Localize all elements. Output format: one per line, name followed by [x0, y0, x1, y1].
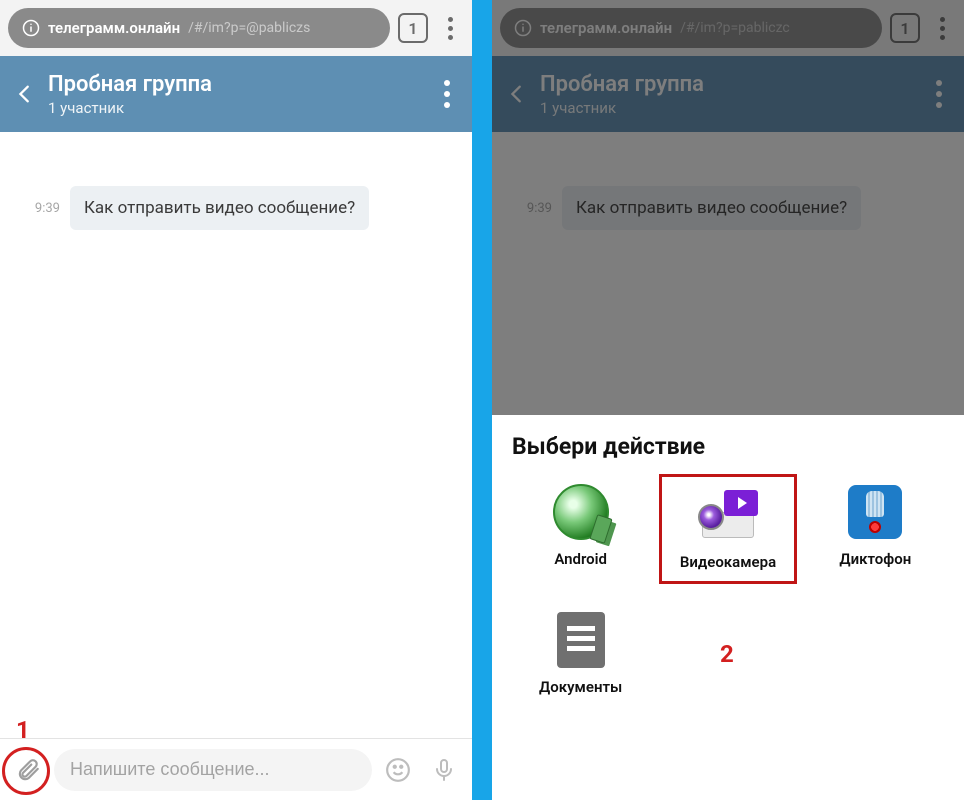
message-time: 9:39: [10, 201, 60, 216]
chat-title-block[interactable]: Пробная группа 1 участник: [48, 72, 424, 117]
attach-button[interactable]: [8, 750, 48, 790]
info-icon: [22, 19, 40, 37]
url-host: телеграмм.онлайн: [48, 19, 180, 37]
message-row: 9:39 Как отправить видео сообщение?: [10, 186, 462, 230]
browser-bar: телеграмм.онлайн /#/im?p=@pabliczs 1: [0, 0, 472, 56]
paperclip-icon: [15, 757, 41, 783]
url-bar[interactable]: телеграмм.онлайн /#/im?p=@pabliczs: [8, 8, 390, 48]
camcorder-icon: [698, 485, 758, 545]
smile-icon: [385, 757, 411, 783]
chat-subtitle: 1 участник: [48, 99, 424, 117]
sheet-item-label: Документы: [539, 678, 622, 696]
emoji-button[interactable]: [378, 750, 418, 790]
chat-title: Пробная группа: [48, 72, 424, 97]
chat-header: Пробная группа 1 участник: [0, 56, 472, 132]
dim-overlay[interactable]: [492, 0, 964, 415]
back-button[interactable]: [12, 83, 38, 105]
url-path: /#/im?p=@pabliczs: [188, 20, 310, 36]
sheet-grid: Android Видеокамера Диктофон Документы: [512, 474, 944, 706]
attachment-action-sheet: Выбери действие Android Видеокамера Дикт…: [492, 415, 964, 800]
browser-overflow-menu[interactable]: [436, 17, 464, 40]
dictaphone-icon: [845, 482, 905, 542]
sheet-item-label: Android: [554, 550, 607, 568]
left-screenshot: телеграмм.онлайн /#/im?p=@pabliczs 1 Проб…: [0, 0, 472, 800]
sheet-title: Выбери действие: [512, 433, 944, 460]
voice-record-button[interactable]: [424, 750, 464, 790]
sheet-item-label: Диктофон: [839, 550, 911, 568]
sheet-item-android[interactable]: Android: [512, 474, 649, 584]
sheet-item-documents[interactable]: Документы: [512, 602, 649, 706]
document-icon: [551, 610, 611, 670]
tab-count-button[interactable]: 1: [398, 13, 428, 43]
right-screenshot: телеграмм.онлайн/#/im?p=pabliczc 1 Пробн…: [492, 0, 964, 800]
sheet-item-dictaphone[interactable]: Диктофон: [807, 474, 944, 584]
android-system-icon: [551, 482, 611, 542]
microphone-icon: [432, 758, 456, 782]
message-bubble[interactable]: Как отправить видео сообщение?: [70, 186, 369, 230]
input-bar: [0, 738, 472, 800]
message-input[interactable]: [54, 749, 372, 791]
sheet-item-label: Видеокамера: [680, 553, 776, 571]
message-area[interactable]: 9:39 Как отправить видео сообщение?: [0, 132, 472, 738]
sheet-item-camcorder[interactable]: Видеокамера: [659, 474, 796, 584]
chat-menu-button[interactable]: [434, 80, 460, 108]
chevron-left-icon: [14, 83, 36, 105]
